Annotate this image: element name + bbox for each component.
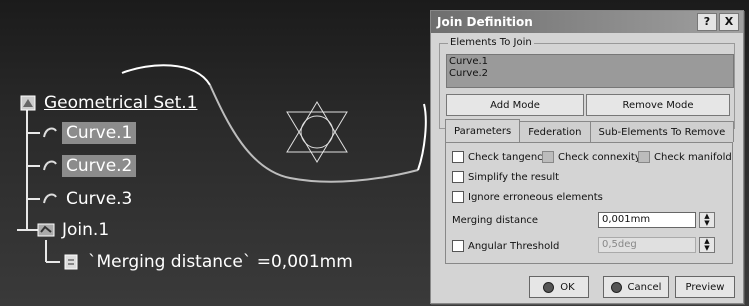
tree-label: Curve.3 bbox=[66, 189, 133, 209]
angular-threshold-spinner: ▲ ▼ bbox=[699, 237, 715, 253]
close-button[interactable]: X bbox=[719, 13, 739, 31]
curve-icon bbox=[43, 193, 57, 204]
simplify-checkbox[interactable] bbox=[452, 171, 464, 183]
tree-label: Geometrical Set.1 bbox=[44, 93, 198, 113]
tree-item-parameter[interactable]: `Merging distance` =0,001mm bbox=[62, 251, 357, 273]
ignore-label: Ignore erroneous elements bbox=[468, 191, 603, 203]
tree-label: Curve.2 bbox=[62, 155, 137, 177]
ok-icon bbox=[543, 281, 555, 293]
check-connexity-label: Check connexity bbox=[558, 151, 641, 163]
parameter-icon bbox=[64, 254, 78, 270]
axis-system-icon bbox=[286, 101, 348, 163]
tree-item-curve-2[interactable]: Curve.2 bbox=[40, 155, 137, 177]
check-tangency-checkbox[interactable] bbox=[452, 151, 464, 163]
simplify-row[interactable]: Simplify the result bbox=[452, 171, 559, 183]
check-manifold-checkbox bbox=[638, 151, 650, 163]
elements-list[interactable]: Curve.1 Curve.2 bbox=[446, 54, 734, 88]
elements-to-join-group: Elements To Join Curve.1 Curve.2 Add Mod… bbox=[439, 37, 735, 129]
check-connexity-checkbox bbox=[542, 151, 554, 163]
add-mode-button[interactable]: Add Mode bbox=[446, 94, 584, 116]
tree-item-join[interactable]: Join.1 bbox=[36, 219, 113, 241]
cancel-label: Cancel bbox=[627, 281, 662, 293]
angular-threshold-label: Angular Threshold bbox=[468, 240, 560, 252]
help-button[interactable]: ? bbox=[697, 13, 717, 31]
group-label: Elements To Join bbox=[448, 37, 534, 48]
check-tangency-label: Check tangency bbox=[468, 151, 549, 163]
curve-icon bbox=[43, 127, 57, 138]
curve-icon bbox=[43, 160, 57, 171]
merging-distance-field[interactable]: 0,001mm bbox=[598, 212, 696, 228]
cancel-icon bbox=[610, 281, 622, 293]
angular-threshold-field: 0,5deg bbox=[598, 237, 696, 253]
angular-threshold-checkbox[interactable] bbox=[452, 240, 464, 252]
geometrical-set-icon bbox=[20, 95, 36, 111]
list-item[interactable]: Curve.2 bbox=[449, 68, 731, 80]
check-manifold-row: Check manifold bbox=[638, 151, 732, 163]
dialog-title: Join Definition bbox=[437, 15, 533, 29]
cancel-button[interactable]: Cancel bbox=[603, 276, 669, 298]
check-connexity-row: Check connexity bbox=[542, 151, 641, 163]
tree-item-geometrical-set[interactable]: Geometrical Set.1 bbox=[18, 92, 201, 114]
dialog-titlebar[interactable]: Join Definition ? X bbox=[431, 11, 743, 33]
simplify-label: Simplify the result bbox=[468, 171, 560, 183]
tab-federation[interactable]: Federation bbox=[519, 121, 591, 142]
merging-distance-spinner[interactable]: ▲ ▼ bbox=[699, 212, 715, 228]
ignore-row[interactable]: Ignore erroneous elements bbox=[452, 191, 603, 203]
check-manifold-label: Check manifold bbox=[654, 151, 732, 163]
list-item[interactable]: Curve.1 bbox=[449, 56, 731, 68]
curve-3 bbox=[417, 103, 427, 171]
tree-item-curve-1[interactable]: Curve.1 bbox=[40, 122, 137, 144]
check-tangency-row[interactable]: Check tangency bbox=[452, 151, 549, 163]
tab-sub-elements-to-remove[interactable]: Sub-Elements To Remove bbox=[589, 121, 735, 142]
ok-button[interactable]: OK bbox=[529, 276, 589, 298]
parameters-panel: Check tangency Check connexity Check man… bbox=[445, 142, 733, 264]
join-icon bbox=[37, 223, 55, 237]
angular-threshold-row[interactable]: Angular Threshold bbox=[452, 240, 559, 252]
tree-label: `Merging distance` =0,001mm bbox=[88, 252, 353, 272]
curve-1 bbox=[121, 64, 211, 86]
tree-item-curve-3[interactable]: Curve.3 bbox=[40, 188, 136, 210]
ok-label: OK bbox=[560, 281, 575, 293]
tab-bar: Parameters Federation Sub-Elements To Re… bbox=[445, 119, 735, 142]
tree-label: Join.1 bbox=[62, 220, 110, 240]
curve-2 bbox=[209, 84, 419, 183]
merging-distance-label: Merging distance bbox=[452, 215, 539, 226]
tree-label: Curve.1 bbox=[62, 122, 137, 144]
remove-mode-button[interactable]: Remove Mode bbox=[586, 94, 730, 116]
preview-button[interactable]: Preview bbox=[675, 276, 735, 298]
ignore-checkbox[interactable] bbox=[452, 191, 464, 203]
tab-parameters[interactable]: Parameters bbox=[445, 119, 521, 142]
join-definition-dialog: Join Definition ? X Elements To Join Cur… bbox=[430, 10, 744, 304]
